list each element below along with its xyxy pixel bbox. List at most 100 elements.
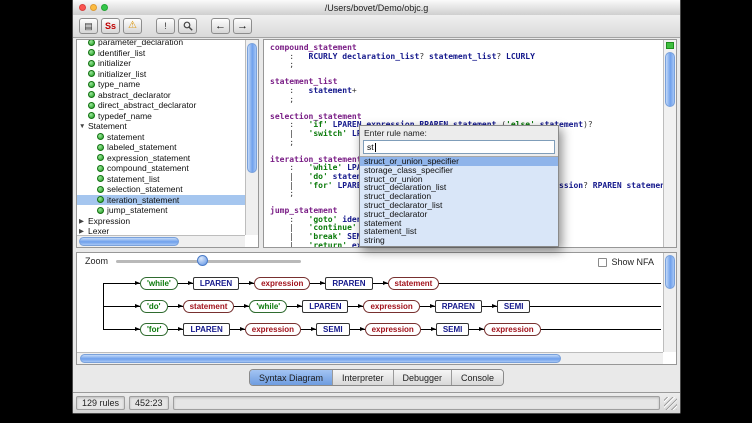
tree-item-label: statement_list <box>107 174 159 184</box>
rail-box-expression[interactable]: expression <box>245 323 301 336</box>
tree-item-iteration_statement[interactable]: iteration_statement <box>77 195 245 206</box>
forward-button[interactable]: → <box>233 18 252 34</box>
rule-name-popup: Enter rule name: st struct_or_union_spec… <box>359 125 559 247</box>
rail-row-1: 'do' statement 'while' LPAREN expression RPAR… <box>89 295 661 318</box>
rule-icon <box>97 207 104 214</box>
tree-item-parameter_declaration[interactable]: parameter_declaration <box>77 39 245 48</box>
tree-item-initializer_list[interactable]: initializer_list <box>77 69 245 80</box>
console-button[interactable]: ▤ <box>79 18 98 34</box>
rule-icon <box>88 49 95 56</box>
exclamation-icon: ! <box>164 22 167 31</box>
rail-box-expression[interactable]: expression <box>363 300 419 313</box>
syntax-colors-icon: Ss <box>105 22 116 31</box>
show-nfa-label: Show NFA <box>611 257 654 267</box>
rail-box-LPAREN[interactable]: LPAREN <box>302 300 348 313</box>
diagram-horizontal-scrollbar[interactable] <box>77 352 663 364</box>
rail-box-SEMI[interactable]: SEMI <box>436 323 470 336</box>
tree-item-labeled_statement[interactable]: labeled_statement <box>77 142 245 153</box>
rail-box-while[interactable]: 'while' <box>249 300 287 313</box>
rule-icon <box>88 91 95 98</box>
zoom-slider[interactable] <box>116 260 301 263</box>
find-button[interactable] <box>178 18 197 34</box>
rail-box-statement[interactable]: statement <box>388 277 440 290</box>
rule-icon <box>97 154 104 161</box>
popup-item-string[interactable]: string <box>360 236 558 245</box>
tree-item-compound_statement[interactable]: compound_statement <box>77 163 245 174</box>
rule-name-input[interactable]: st <box>363 140 555 154</box>
close-button[interactable] <box>79 4 86 11</box>
arrow-connector-icon <box>482 306 497 307</box>
zoom-slider-thumb[interactable] <box>197 255 208 266</box>
tree-item-label: parameter_declaration <box>98 39 183 47</box>
rule-icon <box>88 112 95 119</box>
diagram-vertical-scrollbar[interactable] <box>663 253 676 352</box>
arrow-connector-icon <box>287 306 302 307</box>
tree-item-label: type_name <box>98 79 140 89</box>
ideas-button[interactable]: ! <box>156 18 175 34</box>
rail-box-while[interactable]: 'while' <box>140 277 178 290</box>
rail-box-SEMI[interactable]: SEMI <box>497 300 531 313</box>
editor-vertical-scrollbar[interactable] <box>663 40 676 247</box>
back-button[interactable]: ← <box>211 18 230 34</box>
zoom-label: Zoom <box>85 256 108 266</box>
rail-box-expression[interactable]: expression <box>365 323 421 336</box>
rail-box-SEMI[interactable]: SEMI <box>316 323 350 336</box>
rail-box-for[interactable]: 'for' <box>140 323 168 336</box>
tree-item-Statement[interactable]: ▼Statement <box>77 121 245 132</box>
editor-marker <box>666 42 674 49</box>
tree-item-direct_abstract_declarator[interactable]: direct_abstract_declarator <box>77 100 245 111</box>
warnings-button[interactable]: ⚠ <box>123 18 142 34</box>
tree-item-selection_statement[interactable]: selection_statement <box>77 184 245 195</box>
rule-tree: parameter_declarationidentifier_listinit… <box>77 39 245 235</box>
rail-box-expression[interactable]: expression <box>484 323 540 336</box>
diagram-horizontal-scroll-thumb[interactable] <box>80 354 561 363</box>
tree-item-typedef_name[interactable]: typedef_name <box>77 111 245 122</box>
syntax-colors-button[interactable]: Ss <box>101 18 120 34</box>
tree-item-statement[interactable]: statement <box>77 132 245 143</box>
tree-item-expression_statement[interactable]: expression_statement <box>77 153 245 164</box>
rail-box-statement[interactable]: statement <box>183 300 235 313</box>
tree-item-type_name[interactable]: type_name <box>77 79 245 90</box>
zoom-button[interactable] <box>101 4 108 11</box>
console-icon: ▤ <box>84 22 93 31</box>
triangle-closed-icon[interactable]: ▶ <box>79 227 87 235</box>
tree-vertical-scroll-thumb[interactable] <box>247 43 257 173</box>
tree-item-abstract_declarator[interactable]: abstract_declarator <box>77 90 245 101</box>
editor-scroll-thumb[interactable] <box>665 52 675 107</box>
tree-horizontal-scrollbar[interactable] <box>77 235 245 247</box>
rule-icon <box>97 144 104 151</box>
diagram-vertical-scroll-thumb[interactable] <box>665 255 675 289</box>
rail-row-0: 'while' LPAREN expression RPAREN statement <box>89 272 661 295</box>
tab-debugger[interactable]: Debugger <box>394 370 453 385</box>
rail-box-RPAREN[interactable]: RPAREN <box>325 277 372 290</box>
tab-interpreter[interactable]: Interpreter <box>333 370 394 385</box>
popup-item-statement_list[interactable]: statement_list <box>360 227 558 236</box>
rail-box-expression[interactable]: expression <box>254 277 310 290</box>
tree-item-identifier_list[interactable]: identifier_list <box>77 48 245 59</box>
tree-item-label: iteration_statement <box>107 195 179 205</box>
tree-item-jump_statement[interactable]: jump_statement <box>77 205 245 216</box>
show-nfa-checkbox[interactable] <box>598 258 607 267</box>
rail-bus-line <box>103 283 104 329</box>
rail-box-RPAREN[interactable]: RPAREN <box>435 300 482 313</box>
bottom-tabbar: Syntax DiagramInterpreterDebuggerConsole <box>249 369 504 386</box>
tab-console[interactable]: Console <box>452 370 503 385</box>
triangle-open-icon[interactable]: ▼ <box>79 123 87 130</box>
tree-item-Expression[interactable]: ▶Expression <box>77 216 245 227</box>
tree-item-statement_list[interactable]: statement_list <box>77 174 245 185</box>
minimize-button[interactable] <box>90 4 97 11</box>
tree-horizontal-scroll-thumb[interactable] <box>79 237 179 246</box>
resize-grip-icon[interactable] <box>664 397 677 410</box>
rule-icon <box>88 70 95 77</box>
tab-syntax-diagram[interactable]: Syntax Diagram <box>250 370 333 385</box>
back-arrow-icon: ← <box>215 21 226 32</box>
tree-item-Lexer[interactable]: ▶Lexer <box>77 226 245 235</box>
rail-box-LPAREN[interactable]: LPAREN <box>193 277 239 290</box>
arrow-connector-icon <box>125 283 140 284</box>
rail-box-do[interactable]: 'do' <box>140 300 168 313</box>
rail-box-LPAREN[interactable]: LPAREN <box>183 323 229 336</box>
title-bar[interactable]: /Users/bovet/Demo/objc.g <box>73 0 680 16</box>
tree-vertical-scrollbar[interactable] <box>245 40 258 235</box>
tree-item-initializer[interactable]: initializer <box>77 58 245 69</box>
triangle-closed-icon[interactable]: ▶ <box>79 217 87 225</box>
